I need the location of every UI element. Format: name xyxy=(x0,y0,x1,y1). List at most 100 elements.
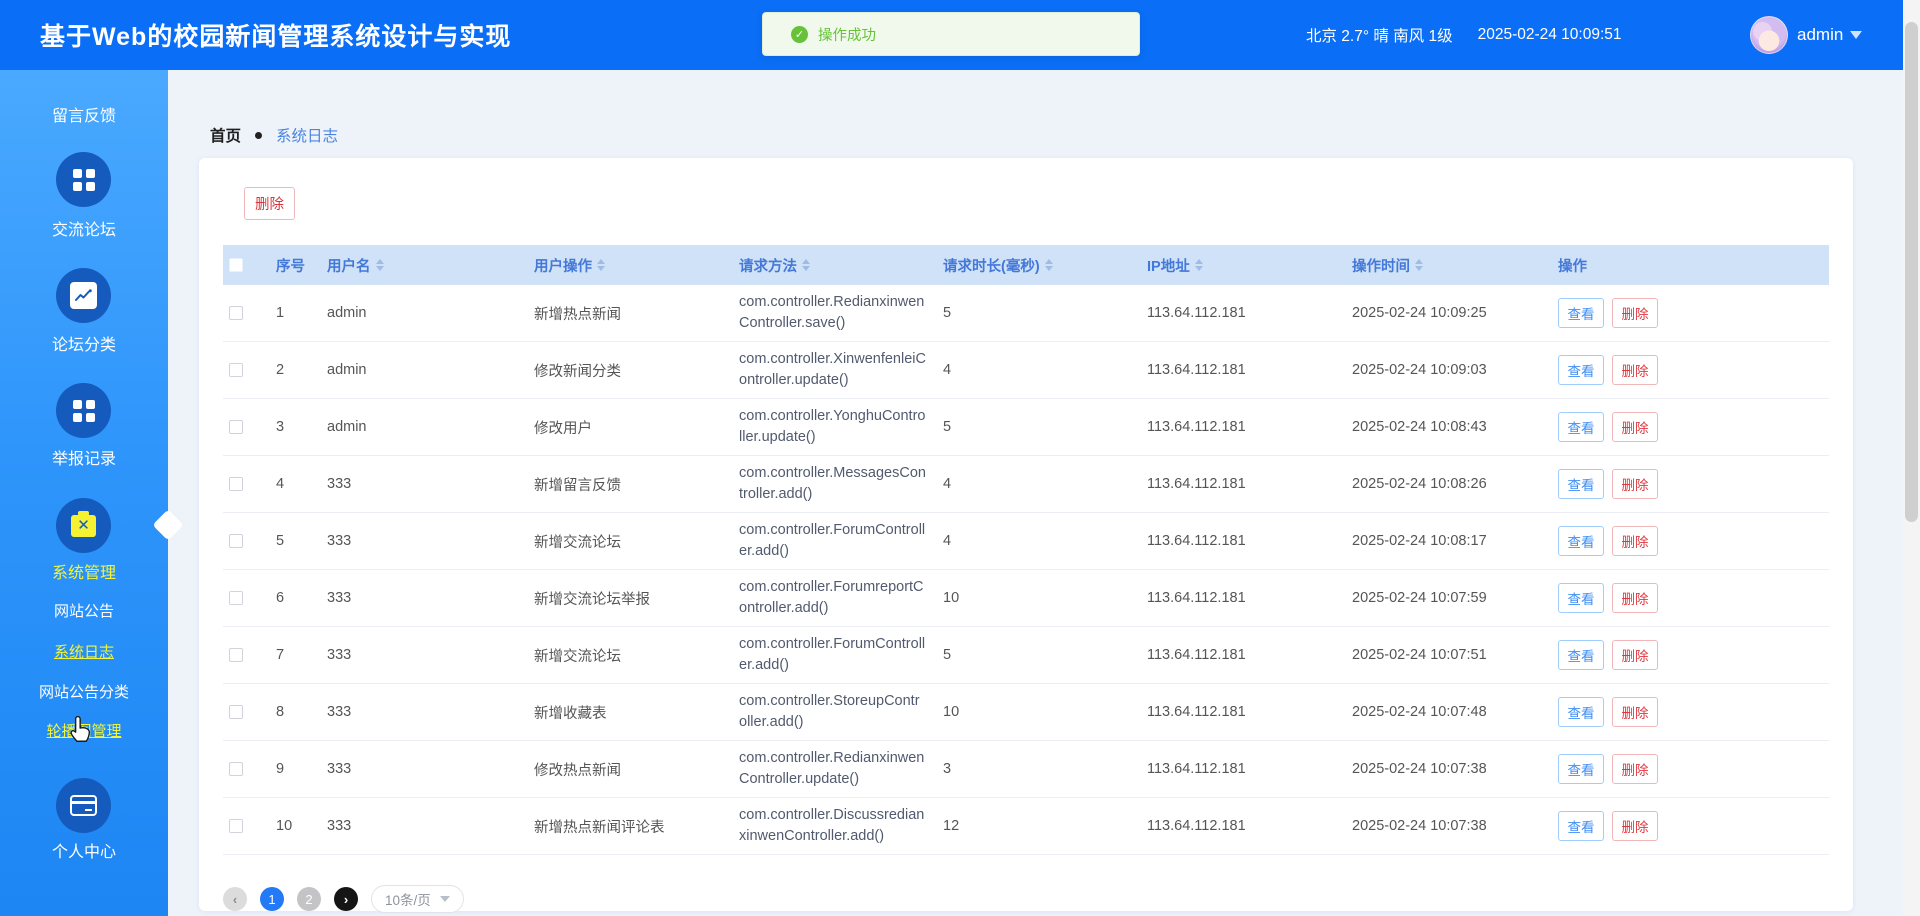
sidebar-item-0[interactable]: 留言反馈 xyxy=(0,102,168,126)
breadcrumb-current[interactable]: 系统日志 xyxy=(276,124,338,146)
delete-row-button[interactable]: 删除 xyxy=(1612,697,1658,727)
datetime-text: 2025-02-24 10:09:51 xyxy=(1478,26,1622,44)
grid-icon xyxy=(73,400,95,422)
view-button[interactable]: 查看 xyxy=(1558,526,1604,556)
view-button[interactable]: 查看 xyxy=(1558,754,1604,784)
row-checkbox[interactable] xyxy=(229,420,243,434)
row-checkbox[interactable] xyxy=(229,648,243,662)
chevron-down-icon[interactable] xyxy=(1850,31,1862,45)
view-button[interactable]: 查看 xyxy=(1558,355,1604,385)
row-checkbox[interactable] xyxy=(229,477,243,491)
cell-actions: 查看删除 xyxy=(1552,513,1829,569)
cell-index: 6 xyxy=(270,570,321,626)
sidebar-icon-4[interactable]: ✕ xyxy=(56,498,111,553)
success-toast: ✓ 操作成功 xyxy=(762,12,1140,56)
table-row: 9333修改热点新闻com.controller.RedianxinwenCon… xyxy=(223,741,1829,798)
cell-time: 2025-02-24 10:09:03 xyxy=(1346,342,1552,398)
cell-method: com.controller.ForumreportController.add… xyxy=(733,570,937,626)
next-page-button[interactable]: › xyxy=(334,887,358,911)
cell-ip: 113.64.112.181 xyxy=(1141,798,1346,854)
cell-duration: 5 xyxy=(937,399,1141,455)
delete-row-button[interactable]: 删除 xyxy=(1612,469,1658,499)
scrollbar-thumb[interactable] xyxy=(1905,22,1918,522)
cell-ip: 113.64.112.181 xyxy=(1141,399,1346,455)
delete-row-button[interactable]: 删除 xyxy=(1612,583,1658,613)
view-button[interactable]: 查看 xyxy=(1558,298,1604,328)
table-row: 3admin修改用户com.controller.YonghuControlle… xyxy=(223,399,1829,456)
avatar[interactable] xyxy=(1750,16,1788,54)
select-all-checkbox[interactable] xyxy=(229,258,243,272)
delete-row-button[interactable]: 删除 xyxy=(1612,811,1658,841)
sidebar-item-3[interactable]: 举报记录 xyxy=(0,445,168,469)
sort-icon[interactable] xyxy=(1195,259,1203,271)
header-cell-duration[interactable]: 请求时长(毫秒) xyxy=(937,255,1141,276)
sidebar-item-9[interactable]: 个人中心 xyxy=(0,838,168,862)
sort-icon[interactable] xyxy=(802,259,810,271)
header-cell-operation[interactable]: 用户操作 xyxy=(528,255,733,276)
scrollbar[interactable] xyxy=(1903,0,1920,916)
delete-row-button[interactable]: 删除 xyxy=(1612,526,1658,556)
username[interactable]: admin xyxy=(1797,0,1843,70)
sidebar-item-5[interactable]: 网站公告 xyxy=(0,600,168,621)
table-row: 2admin修改新闻分类com.controller.XinwenfenleiC… xyxy=(223,342,1829,399)
sort-icon[interactable] xyxy=(1415,259,1423,271)
row-checkbox[interactable] xyxy=(229,534,243,548)
view-button[interactable]: 查看 xyxy=(1558,583,1604,613)
chart-line-icon xyxy=(70,282,97,309)
view-button[interactable]: 查看 xyxy=(1558,697,1604,727)
breadcrumb-separator-icon xyxy=(255,132,262,139)
sidebar-item-4[interactable]: 系统管理 xyxy=(0,559,168,583)
row-checkbox[interactable] xyxy=(229,819,243,833)
view-button[interactable]: 查看 xyxy=(1558,640,1604,670)
sidebar-icon-1[interactable] xyxy=(56,152,111,207)
row-checkbox[interactable] xyxy=(229,705,243,719)
delete-button[interactable]: 删除 xyxy=(244,187,295,220)
sidebar-item-6[interactable]: 系统日志 xyxy=(0,641,168,662)
cell-time: 2025-02-24 10:08:43 xyxy=(1346,399,1552,455)
delete-row-button[interactable]: 删除 xyxy=(1612,298,1658,328)
sidebar-icon-9[interactable] xyxy=(56,778,111,833)
cell-check xyxy=(223,570,270,626)
row-checkbox[interactable] xyxy=(229,591,243,605)
header-cell-method[interactable]: 请求方法 xyxy=(733,255,937,276)
breadcrumb-home: 首页 xyxy=(210,124,241,146)
prev-page-button[interactable]: ‹ xyxy=(223,887,247,911)
cell-index: 3 xyxy=(270,399,321,455)
cell-duration: 4 xyxy=(937,342,1141,398)
page-size-select[interactable]: 10条/页 xyxy=(371,885,464,913)
sort-icon[interactable] xyxy=(376,259,384,271)
sidebar-item-7[interactable]: 网站公告分类 xyxy=(0,681,168,702)
sidebar-item-1[interactable]: 交流论坛 xyxy=(0,216,168,240)
view-button[interactable]: 查看 xyxy=(1558,412,1604,442)
view-button[interactable]: 查看 xyxy=(1558,469,1604,499)
cell-time: 2025-02-24 10:07:38 xyxy=(1346,741,1552,797)
sidebar-item-8[interactable]: 轮播图管理 xyxy=(0,720,168,741)
sidebar-icon-2[interactable] xyxy=(56,268,111,323)
row-checkbox[interactable] xyxy=(229,306,243,320)
row-checkbox[interactable] xyxy=(229,762,243,776)
sidebar-icon-3[interactable] xyxy=(56,383,111,438)
cell-operation: 新增收藏表 xyxy=(528,684,733,740)
row-checkbox[interactable] xyxy=(229,363,243,377)
delete-row-button[interactable]: 删除 xyxy=(1612,754,1658,784)
page-button-2[interactable]: 2 xyxy=(297,887,321,911)
header-label: 请求时长(毫秒) xyxy=(943,255,1040,276)
cell-duration: 10 xyxy=(937,684,1141,740)
header-cell-ip[interactable]: IP地址 xyxy=(1141,255,1346,276)
cell-operation: 修改用户 xyxy=(528,399,733,455)
delete-row-button[interactable]: 删除 xyxy=(1612,640,1658,670)
delete-row-button[interactable]: 删除 xyxy=(1612,412,1658,442)
table-row: 6333新增交流论坛举报com.controller.ForumreportCo… xyxy=(223,570,1829,627)
card-icon xyxy=(70,795,97,816)
delete-row-button[interactable]: 删除 xyxy=(1612,355,1658,385)
cell-username: admin xyxy=(321,285,528,341)
sort-icon[interactable] xyxy=(597,259,605,271)
header-cell-time[interactable]: 操作时间 xyxy=(1346,255,1552,276)
view-button[interactable]: 查看 xyxy=(1558,811,1604,841)
sort-icon[interactable] xyxy=(1045,259,1053,271)
sidebar-item-2[interactable]: 论坛分类 xyxy=(0,331,168,355)
cell-username: 333 xyxy=(321,570,528,626)
page-button-1[interactable]: 1 xyxy=(260,887,284,911)
header-cell-username[interactable]: 用户名 xyxy=(321,255,528,276)
cell-operation: 修改热点新闻 xyxy=(528,741,733,797)
